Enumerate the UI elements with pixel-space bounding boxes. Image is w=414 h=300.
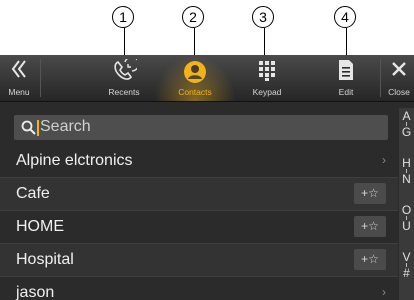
menu-button[interactable]: Menu <box>0 55 38 101</box>
document-edit-icon <box>314 59 378 83</box>
index-group-v-hash[interactable]: V # <box>399 251 414 279</box>
contact-row[interactable]: HOME +☆ <box>0 211 398 244</box>
contact-name: HOME <box>16 218 64 235</box>
close-label: Close <box>388 87 410 97</box>
callout-3-line <box>264 28 265 56</box>
index-group-a-g[interactable]: AG <box>399 110 414 138</box>
tab-recents[interactable]: Recents <box>84 55 164 101</box>
callout-2-line <box>194 28 195 56</box>
search-icon <box>21 120 36 140</box>
search-placeholder: Search <box>40 118 91 135</box>
contact-row[interactable]: jason › <box>0 277 398 300</box>
add-favorite-button[interactable]: +☆ <box>354 249 386 270</box>
alphabet-index[interactable]: AG HN OU V # <box>399 108 414 300</box>
callout-4: 4 <box>334 6 356 28</box>
chevron-right-icon: › <box>382 285 386 299</box>
double-chevron-left-icon <box>0 59 38 83</box>
callout-4-line <box>346 28 347 56</box>
add-favorite-button[interactable]: +☆ <box>354 216 386 237</box>
contact-name: jason <box>16 284 55 300</box>
callout-1-line <box>124 28 125 56</box>
phone-recents-icon <box>84 56 164 83</box>
close-button[interactable]: Close <box>384 55 414 101</box>
callout-1: 1 <box>112 6 134 28</box>
close-x-icon <box>384 59 414 83</box>
contact-name: Cafe <box>16 185 50 202</box>
menu-label: Menu <box>8 87 30 97</box>
tab-keypad[interactable]: Keypad <box>232 55 302 101</box>
text-cursor <box>37 120 39 136</box>
contact-name: Alpine elctronics <box>16 152 133 169</box>
phone-screen: Menu Recents Contacts Keypad Edit Close … <box>0 55 414 300</box>
index-group-h-n[interactable]: HN <box>399 157 414 185</box>
keypad-icon <box>232 59 302 83</box>
divider <box>40 59 41 97</box>
recents-label: Recents <box>108 87 140 97</box>
contact-person-icon <box>158 59 232 83</box>
search-input[interactable]: Search <box>14 115 388 140</box>
contact-name: Hospital <box>16 251 74 268</box>
callout-2: 2 <box>182 6 204 28</box>
index-group-o-u[interactable]: OU <box>399 204 414 232</box>
chevron-right-icon: › <box>382 153 386 167</box>
divider <box>380 59 381 97</box>
top-tab-bar: Menu Recents Contacts Keypad Edit Close <box>0 55 414 102</box>
tab-contacts[interactable]: Contacts <box>154 55 236 101</box>
contact-row[interactable]: Hospital +☆ <box>0 244 398 277</box>
contact-row[interactable]: Cafe +☆ <box>0 178 398 211</box>
contacts-label: Contacts <box>178 87 212 97</box>
keypad-label: Keypad <box>252 87 282 97</box>
contact-row[interactable]: Alpine elctronics › <box>0 145 398 178</box>
callout-3: 3 <box>252 6 274 28</box>
add-favorite-button[interactable]: +☆ <box>354 183 386 204</box>
edit-button[interactable]: Edit <box>314 55 378 101</box>
edit-label: Edit <box>338 87 354 97</box>
